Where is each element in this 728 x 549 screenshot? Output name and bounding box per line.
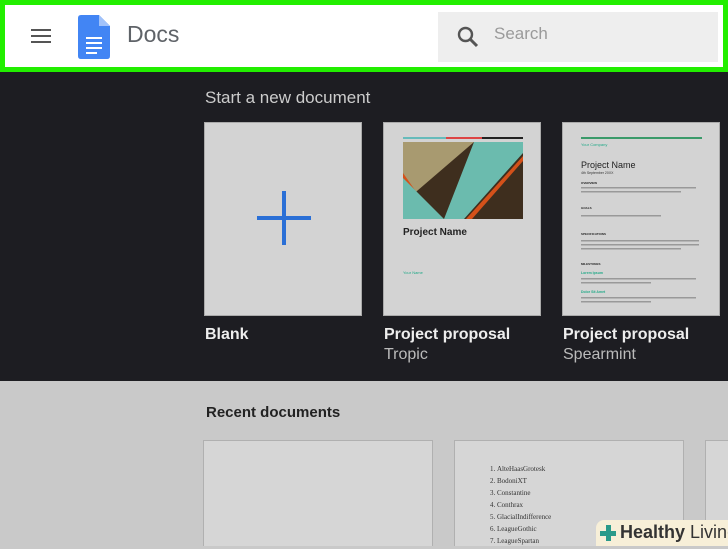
watermark-bold: Healthy <box>620 522 686 542</box>
search-icon <box>457 26 479 48</box>
list-item: LeagueGothic <box>497 525 551 533</box>
watermark: Healthy Living <box>596 520 728 546</box>
plus-icon <box>257 191 311 245</box>
template-tropic[interactable]: Project Name Your Name <box>383 122 541 316</box>
list-item: LeagueSpartan <box>497 537 551 545</box>
doc-milestone: Dolor Sit Amet <box>581 290 606 294</box>
list-item: BodoniXT <box>497 477 551 485</box>
healthy-living-logo-icon <box>600 525 616 541</box>
hamburger-menu-icon[interactable] <box>29 25 53 49</box>
template-label: Blank <box>205 326 249 343</box>
search-box[interactable] <box>438 12 718 62</box>
docs-logo-icon[interactable] <box>78 15 110 59</box>
recent-document[interactable] <box>203 440 433 546</box>
doc-contact: Your Name <box>403 270 424 275</box>
doc-heading: OVERVIEW <box>581 181 597 185</box>
section-title-new: Start a new document <box>205 88 371 107</box>
doc-heading: GOALS <box>581 206 592 210</box>
doc-company: Your Company <box>581 142 607 147</box>
doc-title: Project Name <box>581 160 636 170</box>
template-sublabel: Tropic <box>384 346 428 363</box>
top-bar: Docs <box>0 0 728 72</box>
watermark-text: Living <box>690 522 728 542</box>
search-input[interactable] <box>494 24 694 44</box>
doc-date: 4th September 20XX <box>581 171 614 175</box>
section-title-recent: Recent documents <box>206 404 341 421</box>
list-item: AlteHaasGrotesk <box>497 465 551 473</box>
doc-heading: SPECIFICATIONS <box>581 232 606 236</box>
spearmint-thumbnail: Your Company Project Name 4th September … <box>581 137 702 303</box>
doc-milestone: Lorem Ipsum <box>581 271 603 275</box>
template-label: Project proposal <box>384 326 511 343</box>
list-item: Conthrax <box>497 501 551 509</box>
tropic-thumbnail: Project Name Your Name <box>403 137 523 275</box>
template-spearmint[interactable]: Your Company Project Name 4th September … <box>562 122 720 316</box>
template-blank[interactable] <box>204 122 362 316</box>
app-title: Docs <box>127 21 180 47</box>
doc-heading: MILESTONES <box>581 262 600 266</box>
list-item: GlacialIndifference <box>497 513 551 521</box>
list-item: Constantine <box>497 489 551 497</box>
doc-title: Project Name <box>403 227 467 238</box>
template-label: Project proposal <box>563 326 690 343</box>
template-sublabel: Spearmint <box>563 346 636 363</box>
font-list: AlteHaasGrotesk BodoniXT Constantine Con… <box>485 465 551 549</box>
